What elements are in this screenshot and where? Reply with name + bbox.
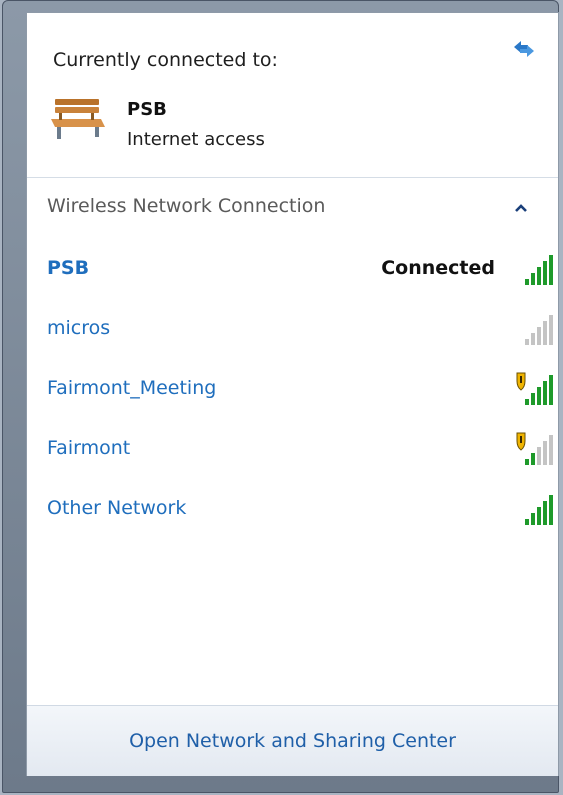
signal-strength-icon (516, 432, 553, 465)
chevron-up-icon[interactable] (513, 201, 529, 215)
divider (27, 177, 558, 178)
network-flyout-window: Currently connected to: PSB Internet acc… (2, 0, 559, 793)
signal-bar (525, 399, 529, 405)
network-row[interactable]: Fairmont (31, 425, 555, 475)
signal-bar (531, 333, 535, 345)
signal-bar (531, 513, 535, 525)
network-name: PSB (47, 257, 90, 279)
currently-connected-label: Currently connected to: (53, 49, 278, 71)
signal-bar (549, 315, 553, 345)
signal-bar (537, 327, 541, 345)
signal-bar (525, 519, 529, 525)
signal-bar (549, 495, 553, 525)
network-state: Connected (381, 257, 495, 279)
section-title: Wireless Network Connection (47, 195, 326, 217)
network-name: Fairmont (47, 437, 131, 459)
signal-bar (531, 393, 535, 405)
network-row[interactable]: Fairmont_Meeting (31, 365, 555, 415)
signal-bar (549, 435, 553, 465)
signal-strength-icon (525, 315, 553, 345)
current-connection-name: PSB (127, 99, 167, 120)
signal-bar (525, 339, 529, 345)
signal-bar (525, 459, 529, 465)
network-name: Other Network (47, 497, 187, 519)
signal-bar (525, 279, 529, 285)
signal-bar (537, 507, 541, 525)
signal-bar (531, 273, 535, 285)
refresh-icon[interactable] (511, 38, 537, 60)
open-network-sharing-center-link[interactable]: Open Network and Sharing Center (27, 730, 558, 752)
signal-bar (543, 501, 547, 525)
signal-bar (531, 453, 535, 465)
signal-bar (537, 267, 541, 285)
signal-bar (543, 261, 547, 285)
bench-icon (51, 99, 105, 139)
current-connection-status: Internet access (127, 129, 265, 150)
signal-bar (549, 255, 553, 285)
signal-strength-icon (516, 372, 553, 405)
signal-strength-icon (525, 495, 553, 525)
signal-bar (543, 381, 547, 405)
footer: Open Network and Sharing Center (27, 705, 558, 776)
network-panel: Currently connected to: PSB Internet acc… (26, 12, 559, 776)
signal-bar (549, 375, 553, 405)
network-name: micros (47, 317, 111, 339)
network-row[interactable]: micros (31, 305, 555, 355)
signal-bar (537, 387, 541, 405)
signal-bar (537, 447, 541, 465)
signal-strength-icon (525, 255, 553, 285)
network-name: Fairmont_Meeting (47, 377, 217, 399)
signal-bar (543, 441, 547, 465)
network-row[interactable]: Other Network (31, 485, 555, 535)
network-row[interactable]: PSB Connected (31, 245, 555, 295)
signal-bar (543, 321, 547, 345)
